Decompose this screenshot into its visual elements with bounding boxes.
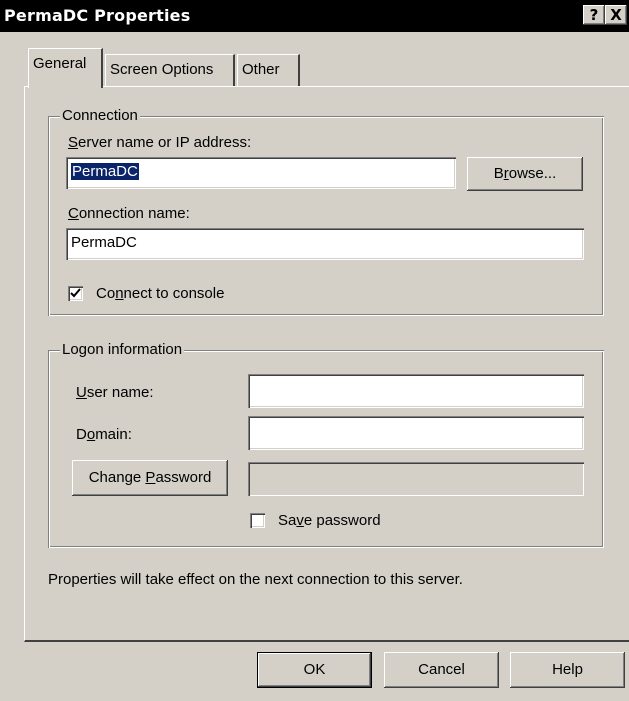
title-bar: PermaDC Properties ? X [0, 0, 629, 32]
close-title-button[interactable]: X [605, 5, 627, 25]
change-password-button[interactable]: Change Password [72, 460, 228, 496]
browse-button[interactable]: Browse... [467, 157, 583, 191]
checkmark-icon [70, 288, 81, 298]
server-name-value: PermaDC [71, 163, 139, 180]
domain-input[interactable] [248, 416, 584, 450]
question-icon: ? [589, 6, 599, 24]
window-frame [0, 32, 10, 701]
tab-other-label: Other [242, 61, 280, 78]
tab-general[interactable]: General [28, 48, 103, 88]
connect-console-checkbox[interactable] [68, 286, 83, 301]
server-name-input[interactable]: PermaDC [66, 157, 456, 189]
logon-group-label: Logon information [60, 341, 185, 359]
tab-other[interactable]: Other [237, 54, 300, 86]
save-password-label[interactable]: Save password [278, 512, 381, 530]
connect-console-label[interactable]: Connect to console [96, 285, 224, 303]
user-name-input[interactable] [248, 374, 584, 408]
domain-label: Domain: [76, 426, 132, 443]
tab-general-label: General [33, 55, 87, 72]
help-title-button[interactable]: ? [583, 5, 605, 25]
properties-note: Properties will take effect on the next … [48, 571, 463, 588]
tab-screen-options[interactable]: Screen Options [105, 54, 235, 86]
tab-screen-options-label: Screen Options [110, 61, 214, 78]
window-title: PermaDC Properties [4, 6, 191, 25]
cancel-button[interactable]: Cancel [384, 652, 499, 688]
connection-name-input[interactable]: PermaDC [66, 228, 584, 260]
help-button[interactable]: Help [510, 652, 625, 688]
connection-name-value: PermaDC [71, 234, 137, 251]
server-name-label: Server name or IP address: [68, 134, 252, 151]
close-icon: X [610, 6, 622, 24]
connection-name-label: Connection name: [68, 205, 190, 222]
user-name-label: User name: [76, 384, 154, 401]
connection-group-label: Connection [60, 107, 140, 125]
ok-button[interactable]: OK [257, 652, 372, 688]
save-password-checkbox[interactable] [250, 513, 265, 528]
password-input [248, 462, 584, 496]
